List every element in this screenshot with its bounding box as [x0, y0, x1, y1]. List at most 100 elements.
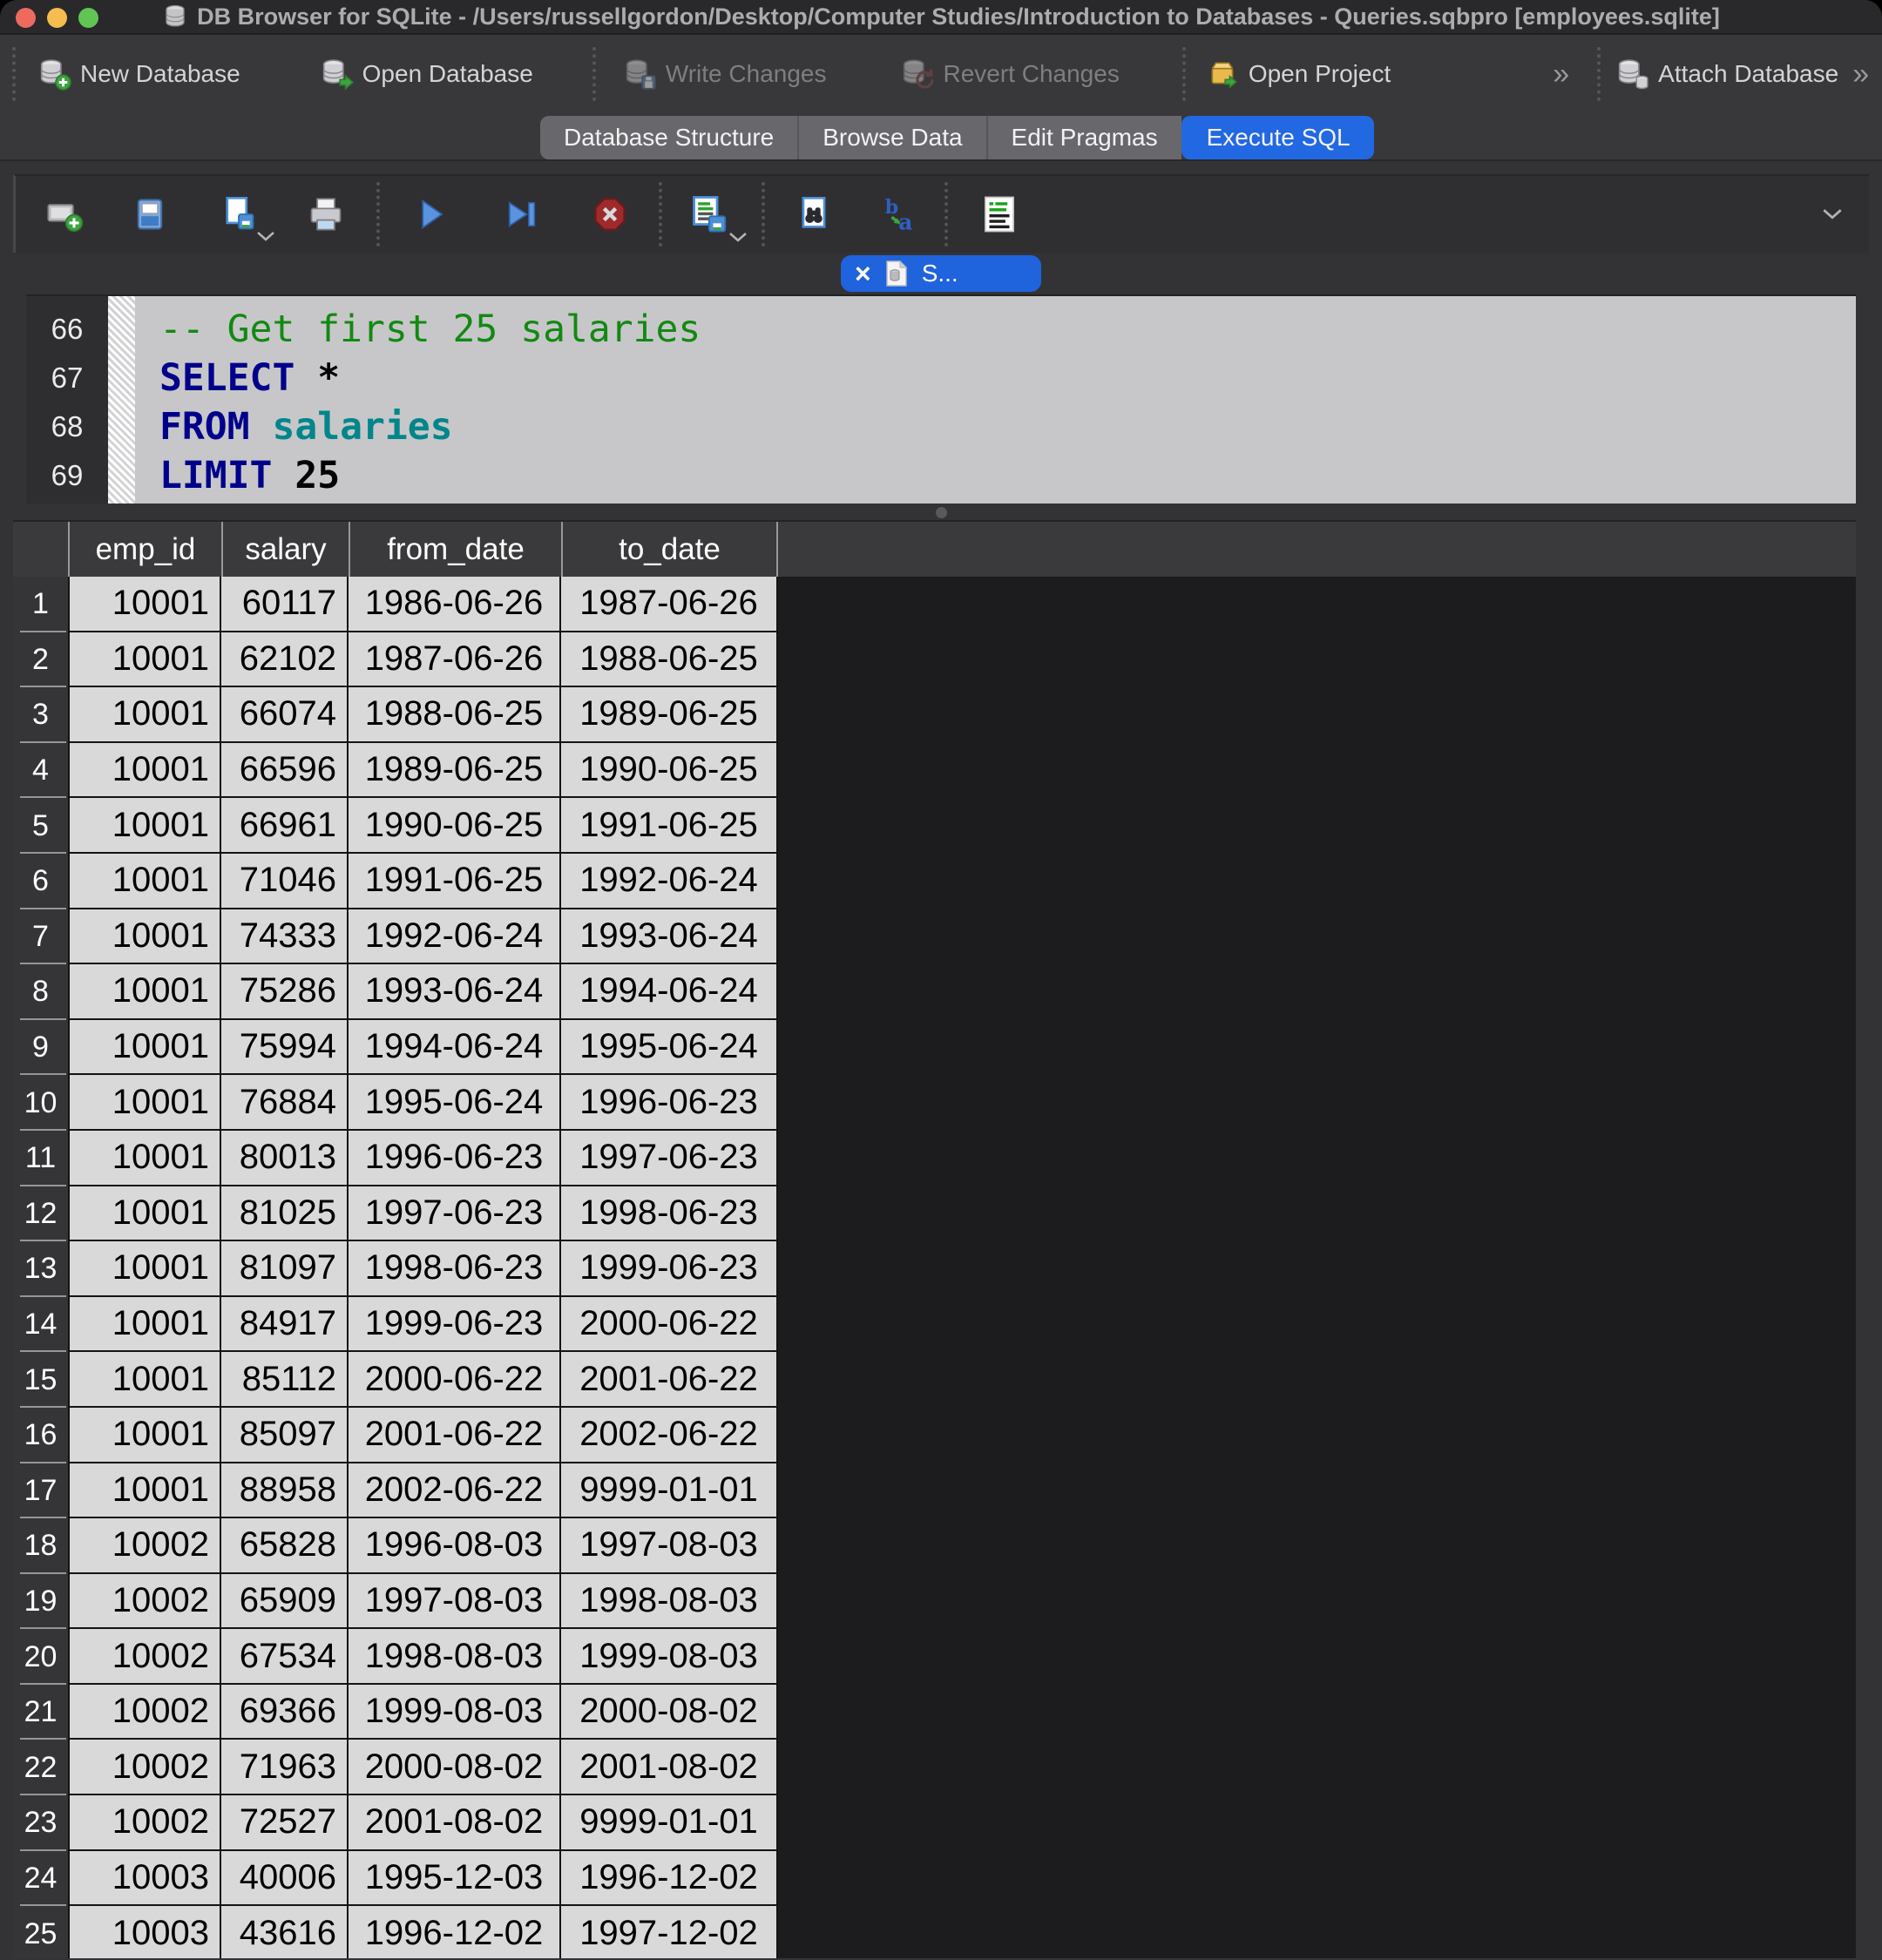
stop-execution-button[interactable] — [586, 192, 634, 237]
table-cell[interactable]: 1988-06-25 — [561, 632, 778, 688]
table-cell[interactable]: 1993-06-24 — [349, 964, 561, 1020]
table-cell[interactable]: 10002 — [68, 1629, 221, 1685]
row-number[interactable]: 18 — [13, 1518, 68, 1574]
revert-changes-button[interactable]: Revert Changes — [892, 52, 1127, 96]
table-cell[interactable]: 10001 — [68, 1131, 221, 1186]
table-cell[interactable]: 1991-06-25 — [561, 798, 778, 854]
table-cell[interactable]: 2002-06-22 — [349, 1463, 561, 1519]
row-number[interactable]: 11 — [13, 1131, 68, 1186]
sql-document-tab[interactable]: × S... — [841, 255, 1041, 292]
table-cell[interactable]: 1996-12-02 — [561, 1851, 778, 1907]
row-number[interactable]: 2 — [13, 632, 68, 688]
table-cell[interactable]: 43616 — [221, 1906, 349, 1958]
table-cell[interactable]: 2000-08-02 — [561, 1685, 778, 1740]
write-changes-button[interactable]: Write Changes — [615, 52, 836, 96]
table-cell[interactable]: 1990-06-25 — [561, 743, 778, 799]
close-tab-icon[interactable]: × — [855, 260, 871, 287]
table-cell[interactable]: 1991-06-25 — [349, 854, 561, 909]
table-cell[interactable]: 10002 — [68, 1795, 221, 1851]
table-cell[interactable]: 66074 — [221, 687, 349, 743]
save-sql-dropdown-chevron-icon[interactable] — [256, 231, 275, 242]
table-cell[interactable]: 10001 — [68, 909, 221, 965]
column-header-emp-id[interactable]: emp_id — [68, 522, 221, 577]
table-cell[interactable]: 67534 — [221, 1629, 349, 1685]
table-cell[interactable]: 76884 — [221, 1075, 349, 1131]
minimize-window-button[interactable] — [47, 8, 67, 28]
table-cell[interactable]: 1994-06-24 — [561, 964, 778, 1020]
row-number[interactable]: 6 — [13, 854, 68, 909]
tab-browse-data[interactable]: Browse Data — [797, 116, 985, 159]
table-cell[interactable]: 1997-06-23 — [349, 1186, 561, 1242]
table-cell[interactable]: 1992-06-24 — [561, 854, 778, 909]
code-line[interactable]: SELECT * — [159, 354, 1856, 402]
table-cell[interactable]: 2000-06-22 — [561, 1297, 778, 1353]
table-cell[interactable]: 1995-06-24 — [561, 1020, 778, 1076]
row-number[interactable]: 15 — [13, 1352, 68, 1408]
open-database-button[interactable]: Open Database — [312, 52, 542, 96]
row-number[interactable]: 8 — [13, 964, 68, 1020]
table-cell[interactable]: 10003 — [68, 1851, 221, 1907]
table-cell[interactable]: 84917 — [221, 1297, 349, 1353]
table-cell[interactable]: 80013 — [221, 1131, 349, 1186]
table-cell[interactable]: 1997-12-02 — [561, 1906, 778, 1958]
table-cell[interactable]: 1990-06-25 — [349, 798, 561, 854]
table-cell[interactable]: 10002 — [68, 1574, 221, 1630]
table-cell[interactable]: 1997-08-03 — [561, 1518, 778, 1574]
table-cell[interactable]: 1992-06-24 — [349, 909, 561, 965]
table-cell[interactable]: 2000-08-02 — [349, 1740, 561, 1795]
table-cell[interactable]: 1989-06-25 — [349, 743, 561, 799]
table-cell[interactable]: 85097 — [221, 1408, 349, 1463]
table-cell[interactable]: 10001 — [68, 1241, 221, 1297]
table-cell[interactable]: 2000-06-22 — [349, 1352, 561, 1408]
table-cell[interactable]: 1988-06-25 — [349, 687, 561, 743]
table-cell[interactable]: 1997-08-03 — [349, 1574, 561, 1630]
table-cell[interactable]: 2001-06-22 — [349, 1408, 561, 1463]
table-cell[interactable]: 75286 — [221, 964, 349, 1020]
table-cell[interactable]: 1987-06-26 — [561, 577, 778, 632]
row-number[interactable]: 14 — [13, 1297, 68, 1353]
table-cell[interactable]: 1999-06-23 — [561, 1241, 778, 1297]
table-cell[interactable]: 1996-06-23 — [349, 1131, 561, 1186]
table-cell[interactable]: 10001 — [68, 798, 221, 854]
find-replace-button[interactable]: b a — [873, 192, 922, 237]
row-number[interactable]: 22 — [13, 1740, 68, 1795]
zoom-window-button[interactable] — [78, 8, 98, 28]
attach-database-button[interactable]: Attach Database — [1608, 52, 1847, 96]
table-cell[interactable]: 65828 — [221, 1518, 349, 1574]
save-sql-file-button[interactable] — [214, 192, 263, 237]
row-number[interactable]: 13 — [13, 1241, 68, 1297]
table-cell[interactable]: 2002-06-22 — [561, 1408, 778, 1463]
editor-code[interactable]: -- Get first 25 salariesSELECT *FROM sal… — [135, 296, 1856, 504]
table-cell[interactable]: 66961 — [221, 798, 349, 854]
row-number[interactable]: 5 — [13, 798, 68, 854]
table-cell[interactable]: 1995-06-24 — [349, 1075, 561, 1131]
row-number[interactable]: 12 — [13, 1186, 68, 1242]
table-cell[interactable]: 40006 — [221, 1851, 349, 1907]
table-cell[interactable]: 71963 — [221, 1740, 349, 1795]
row-number[interactable]: 23 — [13, 1795, 68, 1851]
table-cell[interactable]: 1999-06-23 — [349, 1297, 561, 1353]
table-cell[interactable]: 10001 — [68, 854, 221, 909]
row-number[interactable]: 17 — [13, 1463, 68, 1519]
table-cell[interactable]: 66596 — [221, 743, 349, 799]
table-cell[interactable]: 1994-06-24 — [349, 1020, 561, 1076]
table-cell[interactable]: 10001 — [68, 743, 221, 799]
table-cell[interactable]: 10002 — [68, 1518, 221, 1574]
table-cell[interactable]: 10001 — [68, 964, 221, 1020]
table-cell[interactable]: 69366 — [221, 1685, 349, 1740]
table-cell[interactable]: 65909 — [221, 1574, 349, 1630]
table-cell[interactable]: 1999-08-03 — [561, 1629, 778, 1685]
results-corner-cell[interactable] — [13, 522, 68, 577]
row-number[interactable]: 3 — [13, 687, 68, 743]
table-cell[interactable]: 85112 — [221, 1352, 349, 1408]
table-cell[interactable]: 1999-08-03 — [349, 1685, 561, 1740]
table-cell[interactable]: 74333 — [221, 909, 349, 965]
table-cell[interactable]: 10001 — [68, 632, 221, 688]
column-header-to-date[interactable]: to_date — [561, 522, 778, 577]
table-cell[interactable]: 1998-06-23 — [561, 1186, 778, 1242]
table-cell[interactable]: 62102 — [221, 632, 349, 688]
table-cell[interactable]: 1995-12-03 — [349, 1851, 561, 1907]
toolbar-overflow-chevron[interactable]: » — [1547, 57, 1574, 91]
table-cell[interactable]: 10001 — [68, 1186, 221, 1242]
row-number[interactable]: 21 — [13, 1685, 68, 1740]
